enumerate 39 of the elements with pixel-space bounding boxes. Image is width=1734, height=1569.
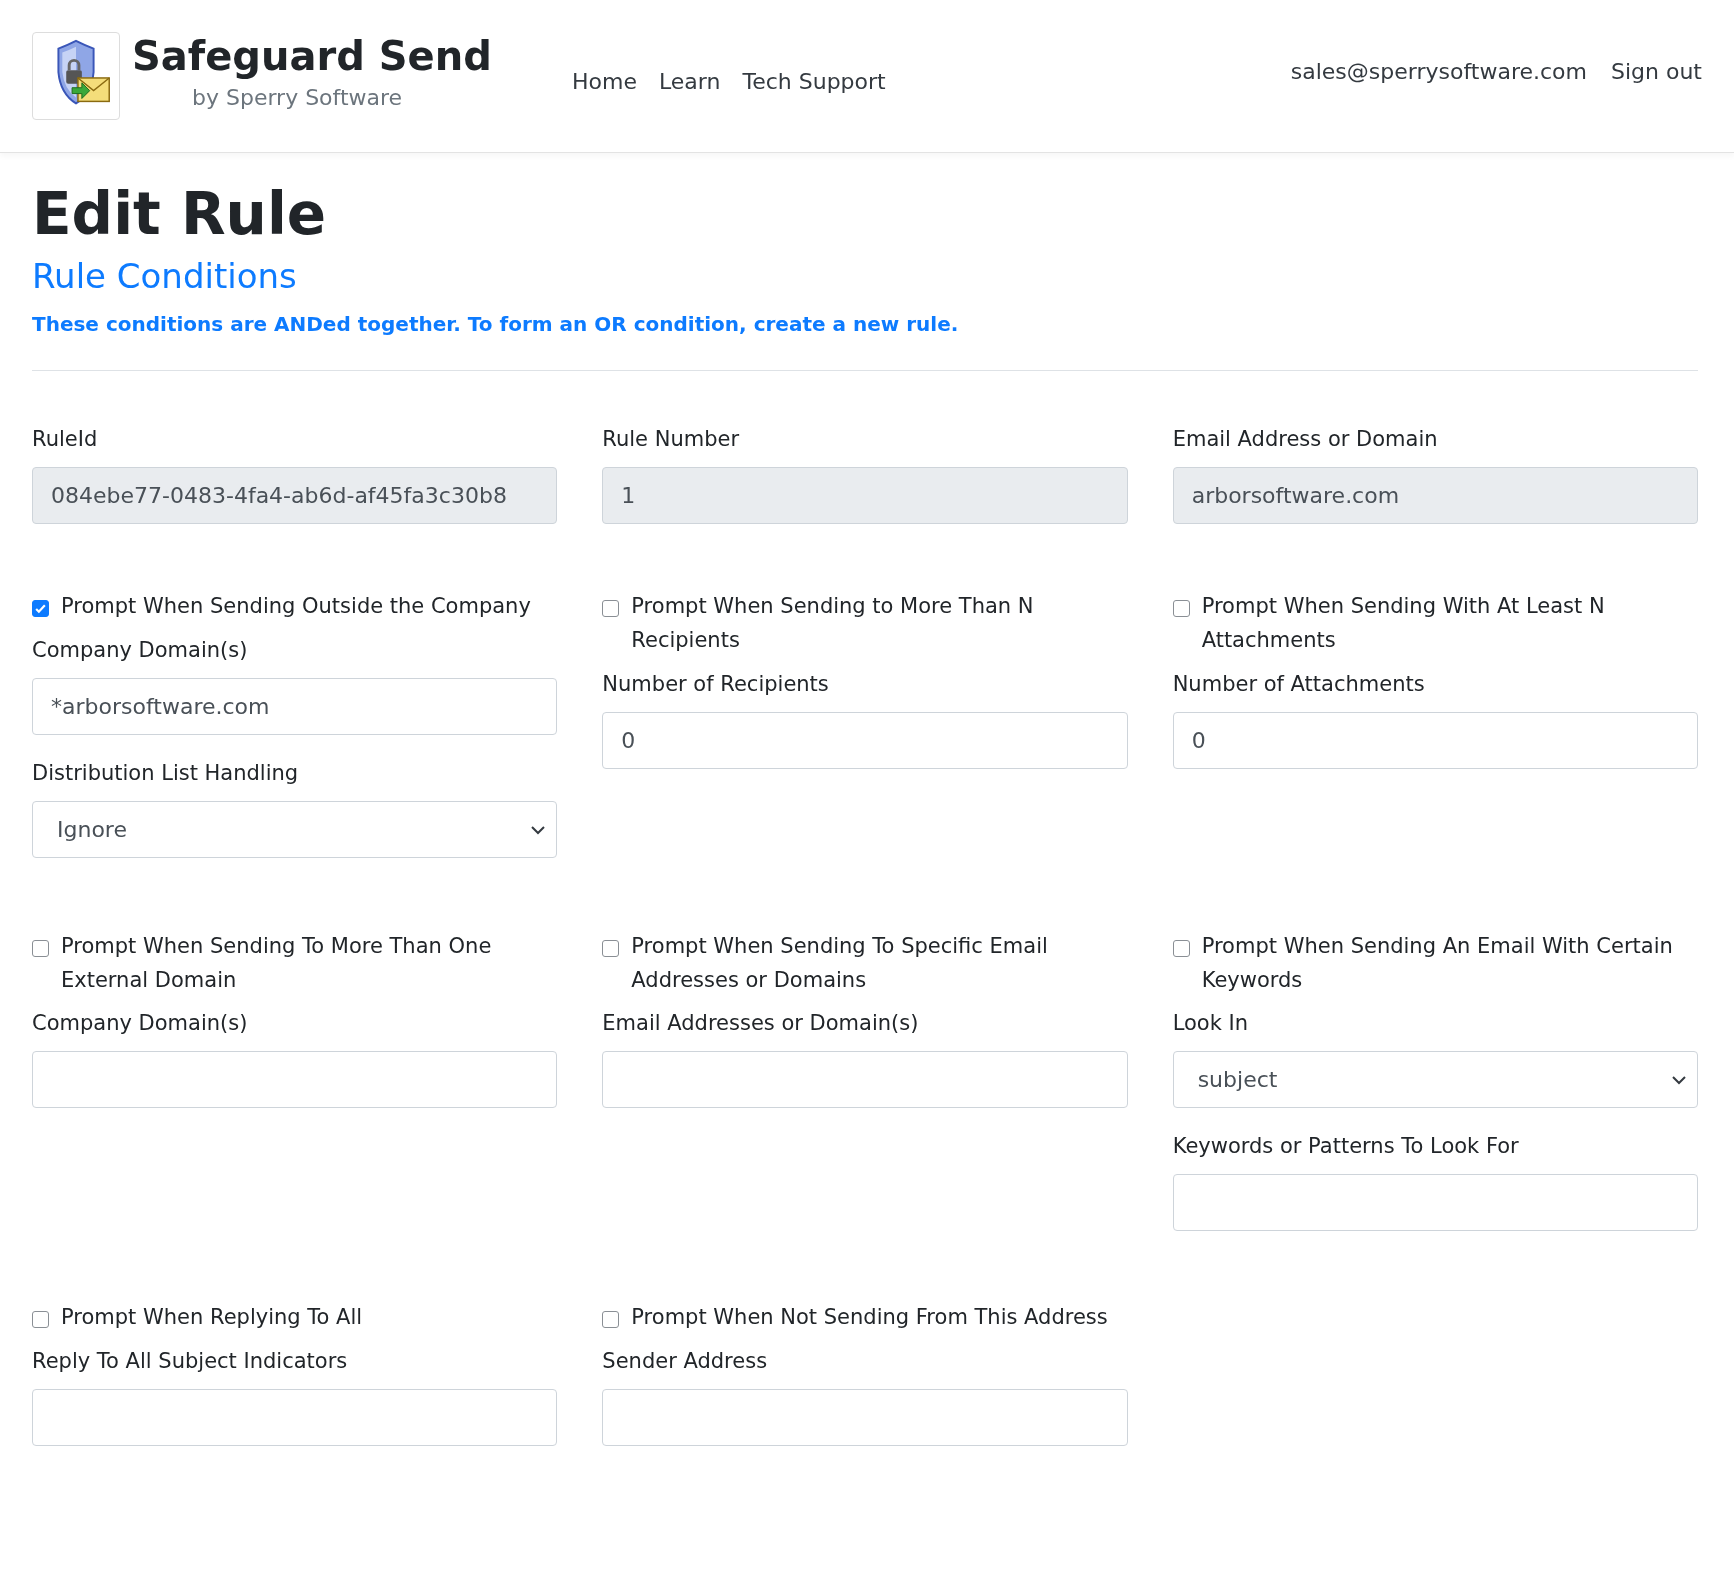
brand-title[interactable]: Safeguard Send xyxy=(132,32,532,79)
field-label: Rule Number xyxy=(602,427,741,452)
field-label: Company Domain(s) xyxy=(32,638,249,662)
field-label: Email Addresses or Domain(s) xyxy=(602,1011,920,1036)
field-label: Distribution List Handling xyxy=(32,761,300,785)
brand-subtitle: by Sperry Software xyxy=(192,84,404,110)
nav-link[interactable]: Home xyxy=(572,68,637,94)
checkbox-label[interactable]: Prompt When Sending To Specific Email Addresses or Domains xyxy=(631,930,1128,998)
input-field[interactable]: 084ebe77-0483-4fa4-ab6d-af45fa3c30b8 xyxy=(32,467,558,525)
field-label: RuleId xyxy=(32,427,99,452)
checkbox-label[interactable]: Prompt When Sending With At Least N Attachments xyxy=(1201,590,1698,658)
field-label: Number of Attachments xyxy=(1172,671,1426,696)
input-field[interactable]: *arborsoftware.com xyxy=(32,678,558,735)
checkbox-label[interactable]: Prompt When Sending An Email With Certain Keywords xyxy=(1201,930,1698,998)
input-field[interactable]: arborsoftware.com xyxy=(1172,467,1698,525)
field-label: Company Domain(s) xyxy=(32,1011,249,1036)
field-label: Email Address or Domain xyxy=(1172,427,1439,452)
checkbox-label[interactable]: Prompt When Sending to More Than N Recipients xyxy=(631,590,1128,658)
dropdown[interactable]: subject xyxy=(1172,1051,1698,1109)
nav-link[interactable]: Learn xyxy=(658,68,721,94)
nav-link[interactable]: Tech Support xyxy=(742,68,886,94)
input-field[interactable]: 0 xyxy=(1172,711,1698,769)
field-label: Reply To All Subject Indicators xyxy=(32,1348,349,1373)
field-label: Keywords or Patterns To Look For xyxy=(1172,1134,1520,1159)
page-title: Edit Rule xyxy=(32,179,328,250)
checkbox-label[interactable]: Prompt When Sending To More Than One External Domain xyxy=(61,930,558,998)
input-field[interactable]: 1 xyxy=(602,467,1128,525)
account-link[interactable]: sales@sperrysoftware.com xyxy=(1290,58,1587,84)
checkbox-label[interactable]: Prompt When Not Sending From This Address xyxy=(631,1301,1108,1335)
account-link[interactable]: Sign out xyxy=(1611,58,1702,84)
input-field[interactable]: 0 xyxy=(602,711,1128,769)
dropdown[interactable]: Ignore xyxy=(32,801,558,858)
field-label: Sender Address xyxy=(602,1348,769,1373)
section-note: These conditions are ANDed together. To form an OR condition, create a new rule. xyxy=(32,312,960,337)
checkbox-label[interactable]: Prompt When Sending Outside the Company xyxy=(61,590,531,624)
field-label: Number of Recipients xyxy=(602,671,830,696)
section-title: Rule Conditions xyxy=(32,256,298,297)
checkbox-label[interactable]: Prompt When Replying To All xyxy=(61,1301,363,1335)
field-label: Look In xyxy=(1172,1011,1250,1036)
